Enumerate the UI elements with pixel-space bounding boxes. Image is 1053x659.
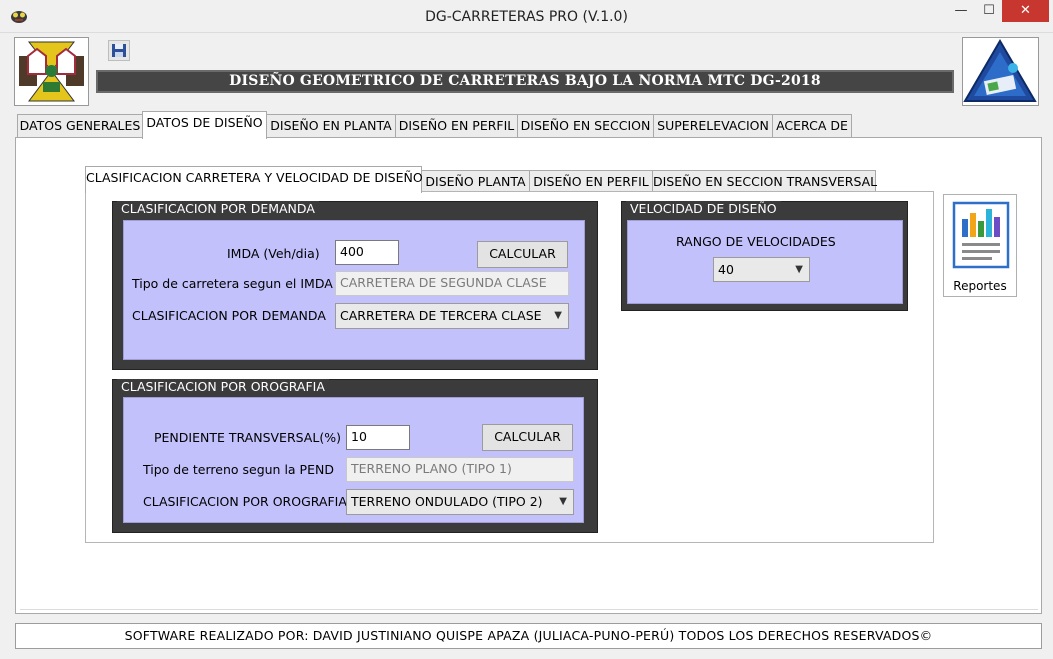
rango-velocidades-select[interactable]: 40 ▼ xyxy=(713,257,810,282)
orografia-calcular-button[interactable]: CALCULAR xyxy=(482,424,573,451)
tab-datos-de-diseno[interactable]: DATOS DE DISEÑO xyxy=(142,111,267,139)
tipo-terreno-field: TERRENO PLANO (TIPO 1) xyxy=(346,457,574,482)
orografia-group-title: CLASIFICACION POR OROGRAFIA xyxy=(117,379,329,394)
pendiente-input[interactable]: 10 xyxy=(346,425,410,450)
clasif-orografia-label: CLASIFICACION POR OROGRAFIA xyxy=(143,494,347,509)
reportes-label: Reportes xyxy=(953,279,1007,293)
tab-diseno-en-planta[interactable]: DISEÑO EN PLANTA xyxy=(266,114,396,137)
save-icon[interactable] xyxy=(108,40,130,61)
close-button[interactable]: ✕ xyxy=(1002,0,1049,22)
subtab-diseno-planta[interactable]: DISEÑO PLANTA xyxy=(421,170,530,192)
clasif-orografia-select[interactable]: TERRENO ONDULADO (TIPO 2) ▼ xyxy=(346,489,574,515)
tab-datos-generales[interactable]: DATOS GENERALES xyxy=(17,114,143,137)
tipo-carretera-label: Tipo de carretera segun el IMDA xyxy=(132,276,333,291)
tipo-terreno-label: Tipo de terreno segun la PEND xyxy=(143,462,334,477)
tab-acerca-de[interactable]: ACERCA DE xyxy=(772,114,852,137)
tab-diseno-en-perfil[interactable]: DISEÑO EN PERFIL xyxy=(395,114,518,137)
clasif-demanda-select[interactable]: CARRETERA DE TERCERA CLASE ▼ xyxy=(335,303,569,329)
window-title: DG-CARRETERAS PRO (V.1.0) xyxy=(425,9,628,25)
clasif-demanda-label: CLASIFICACION POR DEMANDA xyxy=(132,308,326,323)
pendiente-label: PENDIENTE TRANSVERSAL(%) xyxy=(154,430,341,445)
footer-credits: SOFTWARE REALIZADO POR: DAVID JUSTINIANO… xyxy=(15,623,1042,649)
subtab-diseno-seccion-transversal[interactable]: DISEÑO EN SECCION TRANSVERSAL xyxy=(652,170,877,192)
demanda-group-title: CLASIFICACION POR DEMANDA xyxy=(117,201,319,216)
rango-velocidades-value: 40 xyxy=(718,262,734,277)
tipo-carretera-field: CARRETERA DE SEGUNDA CLASE xyxy=(335,271,569,296)
report-icon xyxy=(952,201,1010,269)
imda-label: IMDA (Veh/dia) xyxy=(227,246,320,261)
chevron-down-icon: ▼ xyxy=(559,496,567,507)
chevron-down-icon: ▼ xyxy=(554,310,562,321)
banner-title: DISEÑO GEOMETRICO DE CARRETERAS BAJO LA … xyxy=(96,70,954,93)
minimize-button[interactable]: — xyxy=(946,0,976,22)
rango-velocidades-label: RANGO DE VELOCIDADES xyxy=(676,234,836,249)
velocidad-group-title: VELOCIDAD DE DISEÑO xyxy=(626,201,781,216)
tab-diseno-en-seccion[interactable]: DISEÑO EN SECCION xyxy=(517,114,654,137)
subtab-diseno-en-perfil[interactable]: DISEÑO EN PERFIL xyxy=(529,170,653,192)
chevron-down-icon: ▼ xyxy=(795,264,803,275)
maximize-button[interactable]: ☐ xyxy=(976,0,1002,22)
imda-input[interactable]: 400 xyxy=(335,240,399,265)
left-logo xyxy=(14,37,89,106)
tab-superelevacion[interactable]: SUPERELEVACION xyxy=(653,114,773,137)
subtab-clasificacion[interactable]: CLASIFICACION CARRETERA Y VELOCIDAD DE D… xyxy=(85,166,423,193)
clasif-orografia-value: TERRENO ONDULADO (TIPO 2) xyxy=(351,494,543,509)
demanda-calcular-button[interactable]: CALCULAR xyxy=(477,241,568,268)
right-logo xyxy=(962,37,1039,106)
clasif-demanda-value: CARRETERA DE TERCERA CLASE xyxy=(340,308,542,323)
